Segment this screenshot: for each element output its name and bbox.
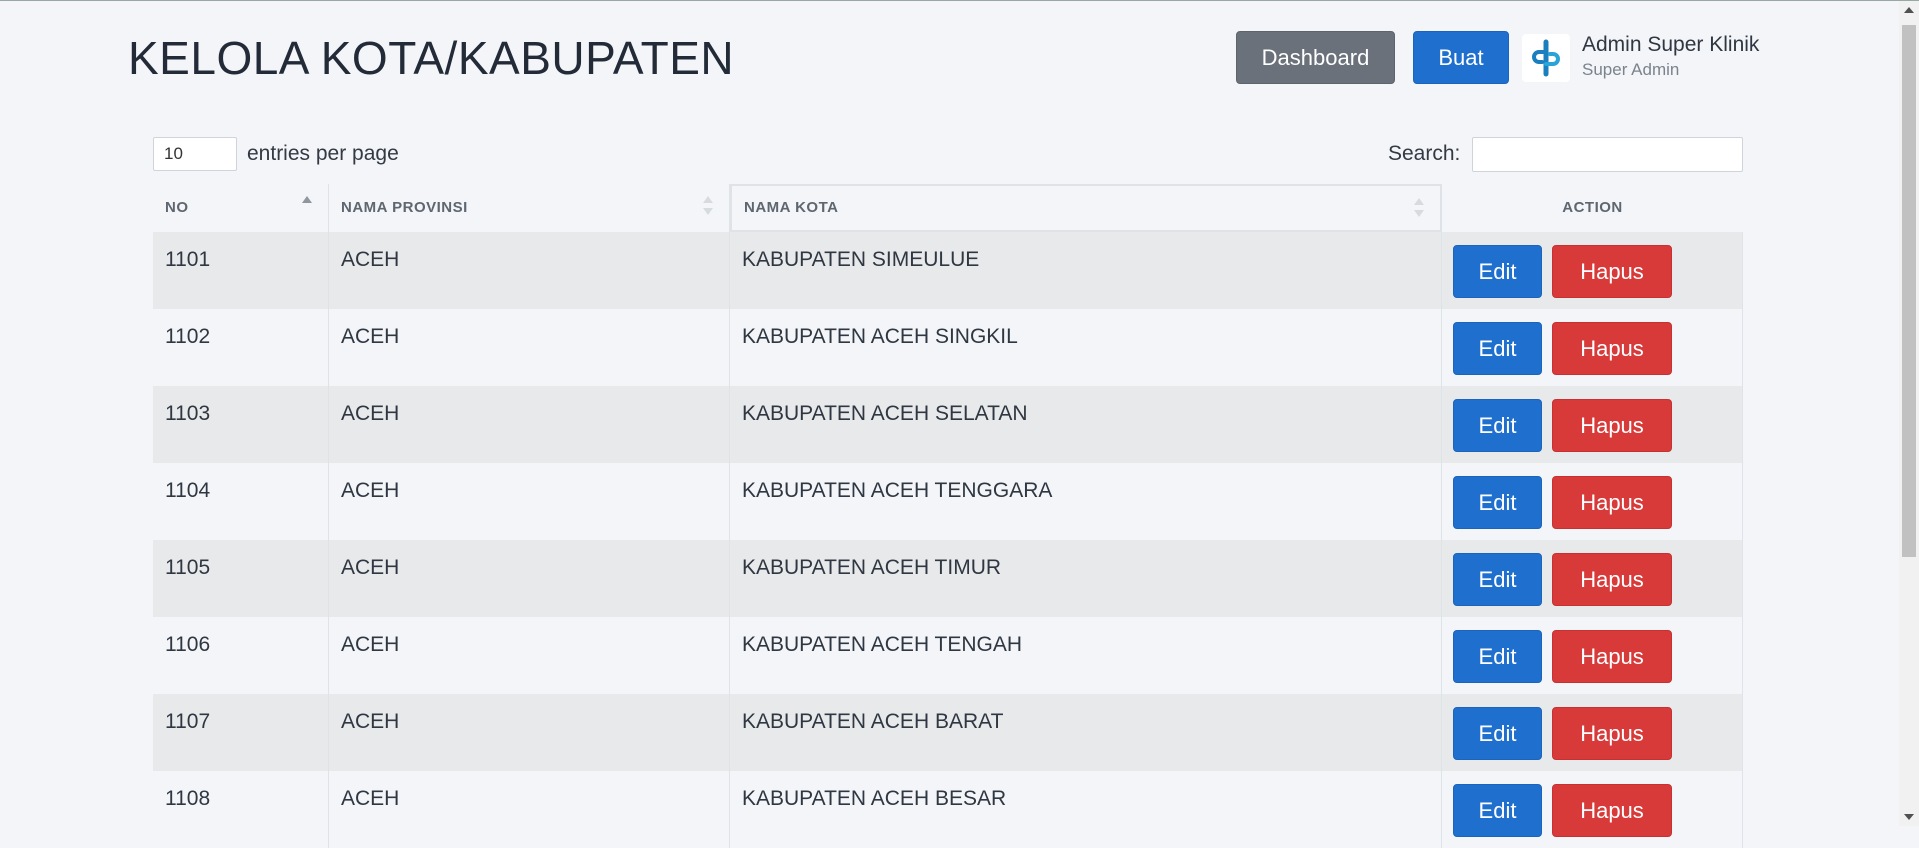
sort-ascending-icon bbox=[302, 196, 312, 220]
cell-action: Edit Hapus bbox=[1442, 232, 1743, 309]
edit-button[interactable]: Edit bbox=[1453, 399, 1542, 452]
table-row: 1103 ACEH KABUPATEN ACEH SELATAN Edit Hapus bbox=[153, 386, 1743, 463]
table-row: 1101 ACEH KABUPATEN SIMEULUE Edit Hapus bbox=[153, 232, 1743, 309]
cell-action: Edit Hapus bbox=[1442, 771, 1743, 848]
scroll-up-arrow-icon[interactable] bbox=[1904, 7, 1914, 13]
cell-kota: KABUPATEN ACEH SELATAN bbox=[730, 386, 1442, 463]
table-row: 1102 ACEH KABUPATEN ACEH SINGKIL Edit Hapus bbox=[153, 309, 1743, 386]
search-input[interactable] bbox=[1472, 137, 1743, 172]
column-header-no[interactable]: NO bbox=[153, 184, 329, 232]
user-role: Super Admin bbox=[1582, 60, 1680, 79]
create-button[interactable]: Buat bbox=[1413, 31, 1509, 84]
edit-button[interactable]: Edit bbox=[1453, 707, 1542, 760]
sort-icon bbox=[1414, 198, 1424, 222]
cell-provinsi: ACEH bbox=[329, 694, 730, 771]
cell-kota: KABUPATEN ACEH BESAR bbox=[730, 771, 1442, 848]
table-row: 1107 ACEH KABUPATEN ACEH BARAT Edit Hapus bbox=[153, 694, 1743, 771]
column-header-provinsi[interactable]: NAMA PROVINSI bbox=[329, 184, 730, 232]
cell-no: 1102 bbox=[153, 309, 329, 386]
edit-button[interactable]: Edit bbox=[1453, 630, 1542, 683]
cell-no: 1108 bbox=[153, 771, 329, 848]
cell-no: 1103 bbox=[153, 386, 329, 463]
delete-button[interactable]: Hapus bbox=[1552, 553, 1672, 606]
cell-action: Edit Hapus bbox=[1442, 386, 1743, 463]
column-header-label: ACTION bbox=[1562, 199, 1623, 216]
cell-kota: KABUPATEN ACEH TENGAH bbox=[730, 617, 1442, 694]
table-body: 1101 ACEH KABUPATEN SIMEULUE Edit Hapus 1102 A… bbox=[153, 232, 1743, 848]
delete-button[interactable]: Hapus bbox=[1552, 322, 1672, 375]
cell-provinsi: ACEH bbox=[329, 463, 730, 540]
cell-provinsi: ACEH bbox=[329, 232, 730, 309]
sort-icon bbox=[703, 196, 713, 220]
column-header-label: NAMA PROVINSI bbox=[341, 199, 468, 216]
cell-action: Edit Hapus bbox=[1442, 463, 1743, 540]
search-label: Search: bbox=[1388, 142, 1461, 165]
table-row: 1106 ACEH KABUPATEN ACEH TENGAH Edit Hapus bbox=[153, 617, 1743, 694]
cell-kota: KABUPATEN ACEH SINGKIL bbox=[730, 309, 1442, 386]
cell-no: 1105 bbox=[153, 540, 329, 617]
table-row: 1104 ACEH KABUPATEN ACEH TENGGARA Edit Hapus bbox=[153, 463, 1743, 540]
cell-kota: KABUPATEN ACEH BARAT bbox=[730, 694, 1442, 771]
edit-button[interactable]: Edit bbox=[1453, 322, 1542, 375]
edit-button[interactable]: Edit bbox=[1453, 553, 1542, 606]
delete-button[interactable]: Hapus bbox=[1552, 476, 1672, 529]
cell-no: 1106 bbox=[153, 617, 329, 694]
column-header-label: NO bbox=[165, 199, 189, 216]
avatar[interactable] bbox=[1522, 34, 1570, 82]
cell-no: 1107 bbox=[153, 694, 329, 771]
edit-button[interactable]: Edit bbox=[1453, 476, 1542, 529]
column-header-kota[interactable]: NAMA KOTA bbox=[730, 184, 1442, 232]
cell-action: Edit Hapus bbox=[1442, 540, 1743, 617]
delete-button[interactable]: Hapus bbox=[1552, 784, 1672, 837]
edit-button[interactable]: Edit bbox=[1453, 784, 1542, 837]
cell-action: Edit Hapus bbox=[1442, 617, 1743, 694]
cell-provinsi: ACEH bbox=[329, 309, 730, 386]
page-title: KELOLA KOTA/KABUPATEN bbox=[128, 32, 735, 84]
page-scrollbar[interactable] bbox=[1899, 1, 1919, 826]
entries-per-page-label: entries per page bbox=[247, 142, 399, 165]
user-name: Admin Super Klinik bbox=[1582, 33, 1760, 56]
column-header-action: ACTION bbox=[1442, 184, 1743, 232]
delete-button[interactable]: Hapus bbox=[1552, 630, 1672, 683]
scrollbar-thumb[interactable] bbox=[1902, 25, 1916, 557]
cell-kota: KABUPATEN ACEH TENGGARA bbox=[730, 463, 1442, 540]
entries-per-page-select[interactable]: 10 bbox=[153, 137, 237, 171]
cell-provinsi: ACEH bbox=[329, 540, 730, 617]
cell-no: 1104 bbox=[153, 463, 329, 540]
delete-button[interactable]: Hapus bbox=[1552, 399, 1672, 452]
column-header-label: NAMA KOTA bbox=[744, 199, 839, 216]
table-header: NO NAMA PROVINSI NAMA KOTA ACTION bbox=[153, 184, 1743, 232]
delete-button[interactable]: Hapus bbox=[1552, 707, 1672, 760]
table-row: 1105 ACEH KABUPATEN ACEH TIMUR Edit Hapus bbox=[153, 540, 1743, 617]
data-table: NO NAMA PROVINSI NAMA KOTA ACTION 1101 AC… bbox=[153, 184, 1743, 848]
cell-provinsi: ACEH bbox=[329, 386, 730, 463]
cell-no: 1101 bbox=[153, 232, 329, 309]
cell-kota: KABUPATEN SIMEULUE bbox=[730, 232, 1442, 309]
clinic-logo-icon bbox=[1532, 39, 1560, 77]
delete-button[interactable]: Hapus bbox=[1552, 245, 1672, 298]
cell-action: Edit Hapus bbox=[1442, 309, 1743, 386]
scroll-down-arrow-icon[interactable] bbox=[1904, 814, 1914, 820]
table-row: 1108 ACEH KABUPATEN ACEH BESAR Edit Hapus bbox=[153, 771, 1743, 848]
cell-provinsi: ACEH bbox=[329, 617, 730, 694]
dashboard-button[interactable]: Dashboard bbox=[1236, 31, 1395, 84]
cell-action: Edit Hapus bbox=[1442, 694, 1743, 771]
cell-kota: KABUPATEN ACEH TIMUR bbox=[730, 540, 1442, 617]
cell-provinsi: ACEH bbox=[329, 771, 730, 848]
edit-button[interactable]: Edit bbox=[1453, 245, 1542, 298]
